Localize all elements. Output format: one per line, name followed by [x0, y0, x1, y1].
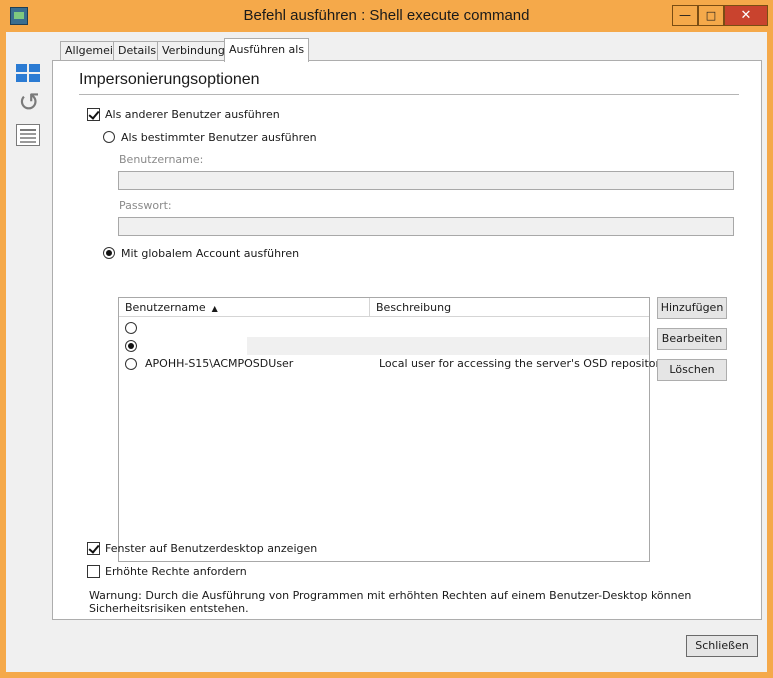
- password-label: Passwort:: [119, 199, 172, 212]
- column-header-username[interactable]: Benutzername ▲: [119, 298, 370, 317]
- tab-details[interactable]: Details: [113, 41, 162, 61]
- accounts-table: Benutzername ▲ Beschreibung APOHH-S15\AC…: [118, 297, 667, 562]
- row-radio[interactable]: [125, 358, 137, 370]
- table-header: Benutzername ▲ Beschreibung: [119, 298, 649, 317]
- show-window-label: Fenster auf Benutzerdesktop anzeigen: [105, 542, 318, 555]
- section-title: Impersonierungsoptionen: [79, 71, 260, 88]
- row-selection-highlight: [247, 337, 649, 355]
- refresh-icon[interactable]: ↺: [16, 90, 42, 116]
- section-divider: [79, 94, 739, 95]
- column-header-username-label: Benutzername: [125, 301, 206, 314]
- dialog-window: Befehl ausführen : Shell execute command…: [0, 0, 773, 678]
- username-input[interactable]: [118, 171, 734, 190]
- table-row[interactable]: APOHH-S15\ACMPOSDUser Local user for acc…: [119, 355, 667, 373]
- specific-user-label: Als bestimmter Benutzer ausführen: [121, 131, 317, 144]
- run-as-other-checkbox[interactable]: [87, 108, 100, 121]
- sort-ascending-icon: ▲: [211, 304, 218, 313]
- global-account-radio[interactable]: [103, 247, 115, 259]
- left-toolbar: ↺: [6, 32, 46, 672]
- run-as-other-label: Als anderer Benutzer ausführen: [105, 108, 280, 121]
- add-button[interactable]: Hinzufügen: [657, 297, 727, 319]
- edit-button[interactable]: Bearbeiten: [657, 328, 727, 350]
- window-title: Befehl ausführen : Shell execute command: [243, 7, 530, 24]
- close-window-button[interactable]: ✕: [724, 5, 768, 26]
- row-username: APOHH-S15\ACMPOSDUser: [145, 357, 294, 370]
- dialog-client: ↺ Allgemein Details Verbindung Ausführen…: [6, 32, 767, 672]
- security-warning: Warnung: Durch die Ausführung von Progra…: [89, 589, 692, 615]
- elevated-rights-checkbox[interactable]: [87, 565, 100, 578]
- close-button[interactable]: Schließen: [686, 635, 758, 657]
- table-row[interactable]: [119, 337, 649, 355]
- title-bar[interactable]: Befehl ausführen : Shell execute command…: [0, 0, 773, 32]
- row-radio[interactable]: [125, 340, 137, 352]
- password-input[interactable]: [118, 217, 734, 236]
- tab-panel: Impersonierungsoptionen Als anderer Benu…: [52, 60, 762, 620]
- username-label: Benutzername:: [119, 153, 204, 166]
- global-account-label: Mit globalem Account ausführen: [121, 247, 300, 260]
- elevated-rights-label: Erhöhte Rechte anfordern: [105, 565, 247, 578]
- table-row[interactable]: [119, 319, 649, 337]
- delete-button[interactable]: Löschen: [657, 359, 727, 381]
- minimize-button[interactable]: —: [672, 5, 698, 26]
- grid-icon[interactable]: [16, 60, 42, 86]
- show-window-checkbox[interactable]: [87, 542, 100, 555]
- tab-verbindung[interactable]: Verbindung: [157, 41, 230, 61]
- row-description: Local user for accessing the server's OS…: [379, 357, 667, 370]
- specific-user-radio[interactable]: [103, 131, 115, 143]
- column-header-description[interactable]: Beschreibung: [370, 298, 650, 317]
- document-icon[interactable]: [16, 124, 40, 146]
- maximize-button[interactable]: □: [698, 5, 724, 26]
- tab-ausfuehren-als[interactable]: Ausführen als: [224, 38, 310, 62]
- row-radio[interactable]: [125, 322, 137, 334]
